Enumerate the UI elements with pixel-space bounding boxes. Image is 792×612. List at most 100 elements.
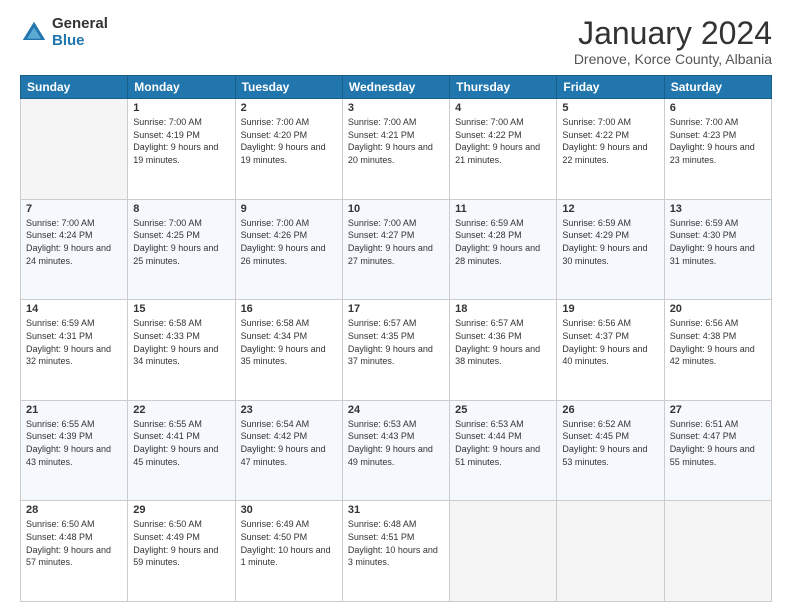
cell-info-4: Sunrise: 7:00 AM Sunset: 4:22 PM Dayligh… bbox=[455, 116, 551, 166]
cell-date-17: 17 bbox=[348, 303, 444, 315]
cell-date-25: 25 bbox=[455, 404, 551, 416]
table-row: 27 Sunrise: 6:51 AM Sunset: 4:47 PM Dayli… bbox=[664, 400, 771, 501]
cell-date-6: 6 bbox=[670, 102, 766, 114]
cell-date-10: 10 bbox=[348, 203, 444, 215]
cell-info-29: Sunrise: 6:50 AM Sunset: 4:49 PM Dayligh… bbox=[133, 518, 229, 568]
header-friday: Friday bbox=[557, 76, 664, 99]
table-row: 5 Sunrise: 7:00 AM Sunset: 4:22 PM Daylig… bbox=[557, 99, 664, 200]
table-row bbox=[450, 501, 557, 602]
cell-date-29: 29 bbox=[133, 504, 229, 516]
cell-info-11: Sunrise: 6:59 AM Sunset: 4:28 PM Dayligh… bbox=[455, 217, 551, 267]
logo: General Blue bbox=[20, 16, 108, 49]
cell-date-21: 21 bbox=[26, 404, 122, 416]
cell-date-15: 15 bbox=[133, 303, 229, 315]
cell-date-26: 26 bbox=[562, 404, 658, 416]
table-row: 25 Sunrise: 6:53 AM Sunset: 4:44 PM Dayli… bbox=[450, 400, 557, 501]
calendar-week-0: 1 Sunrise: 7:00 AM Sunset: 4:19 PM Daylig… bbox=[21, 99, 772, 200]
cell-date-5: 5 bbox=[562, 102, 658, 114]
cell-date-16: 16 bbox=[241, 303, 337, 315]
cell-info-30: Sunrise: 6:49 AM Sunset: 4:50 PM Dayligh… bbox=[241, 518, 337, 568]
cell-date-30: 30 bbox=[241, 504, 337, 516]
logo-text: General Blue bbox=[52, 16, 108, 49]
logo-general-text: General bbox=[52, 16, 108, 33]
cell-info-31: Sunrise: 6:48 AM Sunset: 4:51 PM Dayligh… bbox=[348, 518, 444, 568]
table-row: 1 Sunrise: 7:00 AM Sunset: 4:19 PM Daylig… bbox=[128, 99, 235, 200]
calendar-title: January 2024 bbox=[574, 16, 772, 51]
calendar-week-4: 28Sunrise: 6:50 AM Sunset: 4:48 PM Dayli… bbox=[21, 501, 772, 602]
cell-date-1: 1 bbox=[133, 102, 229, 114]
cell-info-1: Sunrise: 7:00 AM Sunset: 4:19 PM Dayligh… bbox=[133, 116, 229, 166]
cell-info-9: Sunrise: 7:00 AM Sunset: 4:26 PM Dayligh… bbox=[241, 217, 337, 267]
cell-info-15: Sunrise: 6:58 AM Sunset: 4:33 PM Dayligh… bbox=[133, 317, 229, 367]
calendar-table: Sunday Monday Tuesday Wednesday Thursday… bbox=[20, 75, 772, 602]
logo-blue-text: Blue bbox=[52, 33, 108, 50]
table-row: 12Sunrise: 6:59 AM Sunset: 4:29 PM Dayli… bbox=[557, 199, 664, 300]
cell-date-24: 24 bbox=[348, 404, 444, 416]
table-row: 13Sunrise: 6:59 AM Sunset: 4:30 PM Dayli… bbox=[664, 199, 771, 300]
table-row: 4Sunrise: 7:00 AM Sunset: 4:22 PM Daylig… bbox=[450, 99, 557, 200]
header: General Blue January 2024 Drenove, Korce… bbox=[20, 16, 772, 67]
calendar-week-3: 21 Sunrise: 6:55 AM Sunset: 4:39 PM Dayli… bbox=[21, 400, 772, 501]
cell-date-12: 12 bbox=[562, 203, 658, 215]
table-row: 6Sunrise: 7:00 AM Sunset: 4:23 PM Daylig… bbox=[664, 99, 771, 200]
cell-date-2: 2 bbox=[241, 102, 337, 114]
table-row: 23Sunrise: 6:54 AM Sunset: 4:42 PM Dayli… bbox=[235, 400, 342, 501]
cell-info-5: Sunrise: 7:00 AM Sunset: 4:22 PM Dayligh… bbox=[562, 116, 658, 166]
cell-date-28: 28 bbox=[26, 504, 122, 516]
calendar-location: Drenove, Korce County, Albania bbox=[574, 51, 772, 67]
cell-info-3: Sunrise: 7:00 AM Sunset: 4:21 PM Dayligh… bbox=[348, 116, 444, 166]
table-row: 17 Sunrise: 6:57 AM Sunset: 4:35 PM Dayli… bbox=[342, 300, 449, 401]
cell-info-23: Sunrise: 6:54 AM Sunset: 4:42 PM Dayligh… bbox=[241, 418, 337, 468]
page: General Blue January 2024 Drenove, Korce… bbox=[0, 0, 792, 612]
cell-info-18: Sunrise: 6:57 AM Sunset: 4:36 PM Dayligh… bbox=[455, 317, 551, 367]
cell-date-14: 14 bbox=[26, 303, 122, 315]
table-row: 18 Sunrise: 6:57 AM Sunset: 4:36 PM Dayli… bbox=[450, 300, 557, 401]
table-row: 30 Sunrise: 6:49 AM Sunset: 4:50 PM Dayli… bbox=[235, 501, 342, 602]
cell-info-16: Sunrise: 6:58 AM Sunset: 4:34 PM Dayligh… bbox=[241, 317, 337, 367]
table-row: 21 Sunrise: 6:55 AM Sunset: 4:39 PM Dayli… bbox=[21, 400, 128, 501]
header-thursday: Thursday bbox=[450, 76, 557, 99]
table-row: 15 Sunrise: 6:58 AM Sunset: 4:33 PM Dayli… bbox=[128, 300, 235, 401]
cell-info-10: Sunrise: 7:00 AM Sunset: 4:27 PM Dayligh… bbox=[348, 217, 444, 267]
cell-date-3: 3 bbox=[348, 102, 444, 114]
cell-date-22: 22 bbox=[133, 404, 229, 416]
cell-date-9: 9 bbox=[241, 203, 337, 215]
cell-info-21: Sunrise: 6:55 AM Sunset: 4:39 PM Dayligh… bbox=[26, 418, 122, 468]
cell-date-18: 18 bbox=[455, 303, 551, 315]
header-sunday: Sunday bbox=[21, 76, 128, 99]
table-row: 8 Sunrise: 7:00 AM Sunset: 4:25 PM Daylig… bbox=[128, 199, 235, 300]
table-row: 29 Sunrise: 6:50 AM Sunset: 4:49 PM Dayli… bbox=[128, 501, 235, 602]
header-monday: Monday bbox=[128, 76, 235, 99]
table-row: 31 Sunrise: 6:48 AM Sunset: 4:51 PM Dayli… bbox=[342, 501, 449, 602]
table-row: 28Sunrise: 6:50 AM Sunset: 4:48 PM Dayli… bbox=[21, 501, 128, 602]
table-row: 26 Sunrise: 6:52 AM Sunset: 4:45 PM Dayli… bbox=[557, 400, 664, 501]
cell-info-26: Sunrise: 6:52 AM Sunset: 4:45 PM Dayligh… bbox=[562, 418, 658, 468]
title-block: January 2024 Drenove, Korce County, Alba… bbox=[574, 16, 772, 67]
cell-date-7: 7 bbox=[26, 203, 122, 215]
table-row: 3 Sunrise: 7:00 AM Sunset: 4:21 PM Daylig… bbox=[342, 99, 449, 200]
cell-date-13: 13 bbox=[670, 203, 766, 215]
calendar-week-1: 7Sunrise: 7:00 AM Sunset: 4:24 PM Daylig… bbox=[21, 199, 772, 300]
table-row bbox=[557, 501, 664, 602]
cell-date-27: 27 bbox=[670, 404, 766, 416]
cell-date-8: 8 bbox=[133, 203, 229, 215]
cell-info-8: Sunrise: 7:00 AM Sunset: 4:25 PM Dayligh… bbox=[133, 217, 229, 267]
cell-date-20: 20 bbox=[670, 303, 766, 315]
cell-date-31: 31 bbox=[348, 504, 444, 516]
cell-info-27: Sunrise: 6:51 AM Sunset: 4:47 PM Dayligh… bbox=[670, 418, 766, 468]
cell-info-17: Sunrise: 6:57 AM Sunset: 4:35 PM Dayligh… bbox=[348, 317, 444, 367]
cell-info-19: Sunrise: 6:56 AM Sunset: 4:37 PM Dayligh… bbox=[562, 317, 658, 367]
cell-info-24: Sunrise: 6:53 AM Sunset: 4:43 PM Dayligh… bbox=[348, 418, 444, 468]
table-row: 16 Sunrise: 6:58 AM Sunset: 4:34 PM Dayli… bbox=[235, 300, 342, 401]
cell-info-25: Sunrise: 6:53 AM Sunset: 4:44 PM Dayligh… bbox=[455, 418, 551, 468]
calendar-week-2: 14Sunrise: 6:59 AM Sunset: 4:31 PM Dayli… bbox=[21, 300, 772, 401]
table-row: 10 Sunrise: 7:00 AM Sunset: 4:27 PM Dayli… bbox=[342, 199, 449, 300]
cell-info-2: Sunrise: 7:00 AM Sunset: 4:20 PM Dayligh… bbox=[241, 116, 337, 166]
table-row bbox=[21, 99, 128, 200]
header-tuesday: Tuesday bbox=[235, 76, 342, 99]
cell-date-11: 11 bbox=[455, 203, 551, 215]
cell-info-20: Sunrise: 6:56 AM Sunset: 4:38 PM Dayligh… bbox=[670, 317, 766, 367]
table-row: 20 Sunrise: 6:56 AM Sunset: 4:38 PM Dayli… bbox=[664, 300, 771, 401]
table-row: 14Sunrise: 6:59 AM Sunset: 4:31 PM Dayli… bbox=[21, 300, 128, 401]
cell-info-22: Sunrise: 6:55 AM Sunset: 4:41 PM Dayligh… bbox=[133, 418, 229, 468]
